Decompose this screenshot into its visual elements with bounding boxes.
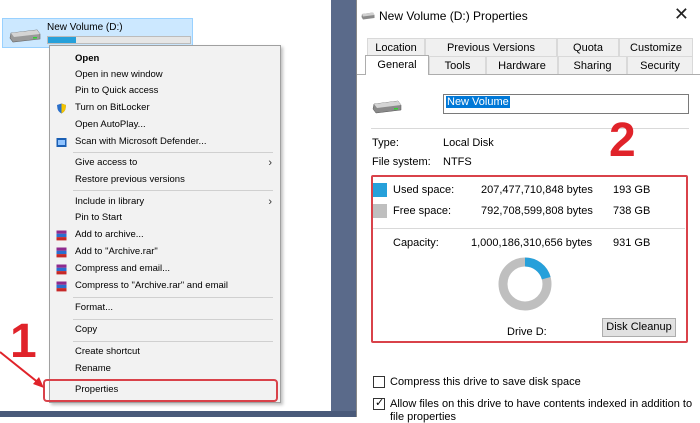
type-value: Local Disk (443, 137, 494, 149)
tab-hardware[interactable]: Hardware (486, 56, 558, 74)
capacity-bytes: 1,000,186,310,656 bytes (471, 237, 593, 249)
tab-location[interactable]: Location (367, 38, 425, 56)
tab-previous-versions[interactable]: Previous Versions (425, 38, 557, 56)
defender-icon (56, 138, 67, 147)
menu-format[interactable]: Format... (50, 300, 280, 316)
properties-highlight-box (43, 379, 278, 402)
used-space-bytes: 207,477,710,848 bytes (481, 184, 593, 196)
menu-restore-versions[interactable]: Restore previous versions (50, 172, 280, 188)
menu-autoplay[interactable]: Open AutoPlay... (50, 117, 280, 133)
index-label-continued: file properties (390, 411, 457, 423)
menu-add-archive-rar-label: Add to "Archive.rar" (75, 246, 158, 257)
menu-separator (73, 341, 273, 342)
menu-pin-quick-access[interactable]: Pin to Quick access (50, 83, 280, 99)
menu-include-library-label: Include in library (75, 196, 145, 207)
menu-compress-rar-email[interactable]: Compress to "Archive.rar" and email (50, 278, 280, 294)
tab-quota[interactable]: Quota (557, 38, 619, 56)
menu-defender[interactable]: Scan with Microsoft Defender... (50, 134, 280, 150)
winrar-icon (56, 264, 67, 275)
used-space-label: Used space: (393, 184, 455, 196)
menu-separator (73, 190, 273, 191)
menu-open[interactable]: Open (50, 51, 280, 67)
menu-bitlocker-label: Turn on BitLocker (75, 102, 150, 113)
menu-separator (73, 319, 273, 320)
used-space-gb: 193 GB (613, 184, 651, 196)
tab-sharing[interactable]: Sharing (558, 56, 627, 74)
free-space-swatch (373, 204, 387, 218)
shield-icon (57, 103, 66, 114)
drive-icon (361, 12, 375, 20)
disk-cleanup-button[interactable]: Disk Cleanup (602, 318, 676, 337)
drive-item-d[interactable]: New Volume (D:) (2, 18, 193, 48)
submenu-arrow-icon: › (268, 157, 272, 169)
used-space-swatch (373, 183, 387, 197)
capacity-gb: 931 GB (613, 237, 651, 249)
menu-pin-start[interactable]: Pin to Start (50, 210, 280, 226)
free-space-bytes: 792,708,599,808 bytes (481, 205, 593, 217)
red-arrow-icon (0, 351, 44, 388)
menu-add-archive[interactable]: Add to archive... (50, 227, 280, 243)
step-number-2: 2 (609, 114, 636, 167)
filesystem-value: NTFS (443, 156, 472, 168)
background-strip (0, 411, 356, 417)
background-divider (331, 0, 356, 417)
tab-security[interactable]: Security (627, 56, 693, 74)
menu-add-archive-rar[interactable]: Add to "Archive.rar" (50, 244, 280, 260)
tab-customize[interactable]: Customize (619, 38, 693, 56)
type-label: Type: (372, 137, 399, 149)
drive-usage-fill (48, 37, 77, 43)
menu-add-archive-label: Add to archive... (75, 229, 144, 240)
volume-name-field[interactable]: New Volume (443, 94, 689, 114)
menu-include-library[interactable]: Include in library › (50, 194, 280, 210)
drive-usage-bar (47, 36, 191, 44)
menu-separator (73, 297, 273, 298)
index-checkbox[interactable] (373, 396, 385, 410)
menu-compress-rar-email-label: Compress to "Archive.rar" and email (75, 280, 228, 291)
drive-label: New Volume (D:) (47, 22, 123, 33)
winrar-icon (56, 230, 67, 241)
menu-separator (73, 152, 273, 153)
free-space-label: Free space: (393, 205, 452, 217)
menu-give-access-label: Give access to (75, 157, 138, 168)
menu-defender-label: Scan with Microsoft Defender... (75, 136, 207, 147)
divider (371, 128, 689, 129)
free-space-gb: 738 GB (613, 205, 651, 217)
tab-general[interactable]: General (365, 55, 429, 75)
submenu-arrow-icon: › (268, 196, 272, 208)
capacity-label: Capacity: (393, 237, 439, 249)
menu-rename[interactable]: Rename (50, 361, 280, 377)
menu-open-new-window[interactable]: Open in new window (50, 67, 280, 83)
dialog-title: New Volume (D:) Properties (379, 9, 528, 23)
menu-give-access[interactable]: Give access to › (50, 155, 280, 171)
menu-create-shortcut[interactable]: Create shortcut (50, 344, 280, 360)
explorer-pane: New Volume (D:) Open Open in new window … (0, 0, 331, 417)
winrar-icon (56, 247, 67, 258)
dialog-titlebar: New Volume (D:) Properties ✕ (357, 0, 700, 32)
menu-compress-email-label: Compress and email... (75, 263, 171, 274)
index-label: Allow files on this drive to have conten… (390, 398, 693, 410)
drive-caption: Drive D: (507, 326, 547, 338)
compress-checkbox[interactable] (373, 376, 385, 388)
tab-tools[interactable]: Tools (429, 56, 486, 74)
divider (373, 228, 685, 229)
menu-compress-email[interactable]: Compress and email... (50, 261, 280, 277)
winrar-icon (56, 281, 67, 292)
filesystem-label: File system: (372, 156, 431, 168)
drive-icon (9, 29, 41, 43)
usage-donut-chart (498, 257, 552, 311)
properties-dialog: New Volume (D:) Properties ✕ Location Pr… (356, 0, 700, 423)
menu-copy[interactable]: Copy (50, 322, 280, 338)
drive-icon (372, 100, 402, 114)
volume-name-value: New Volume (446, 96, 510, 108)
context-menu: Open Open in new window Pin to Quick acc… (49, 45, 281, 403)
menu-bitlocker[interactable]: Turn on BitLocker (50, 100, 280, 116)
compress-label: Compress this drive to save disk space (390, 376, 581, 388)
close-icon[interactable]: ✕ (674, 4, 689, 25)
